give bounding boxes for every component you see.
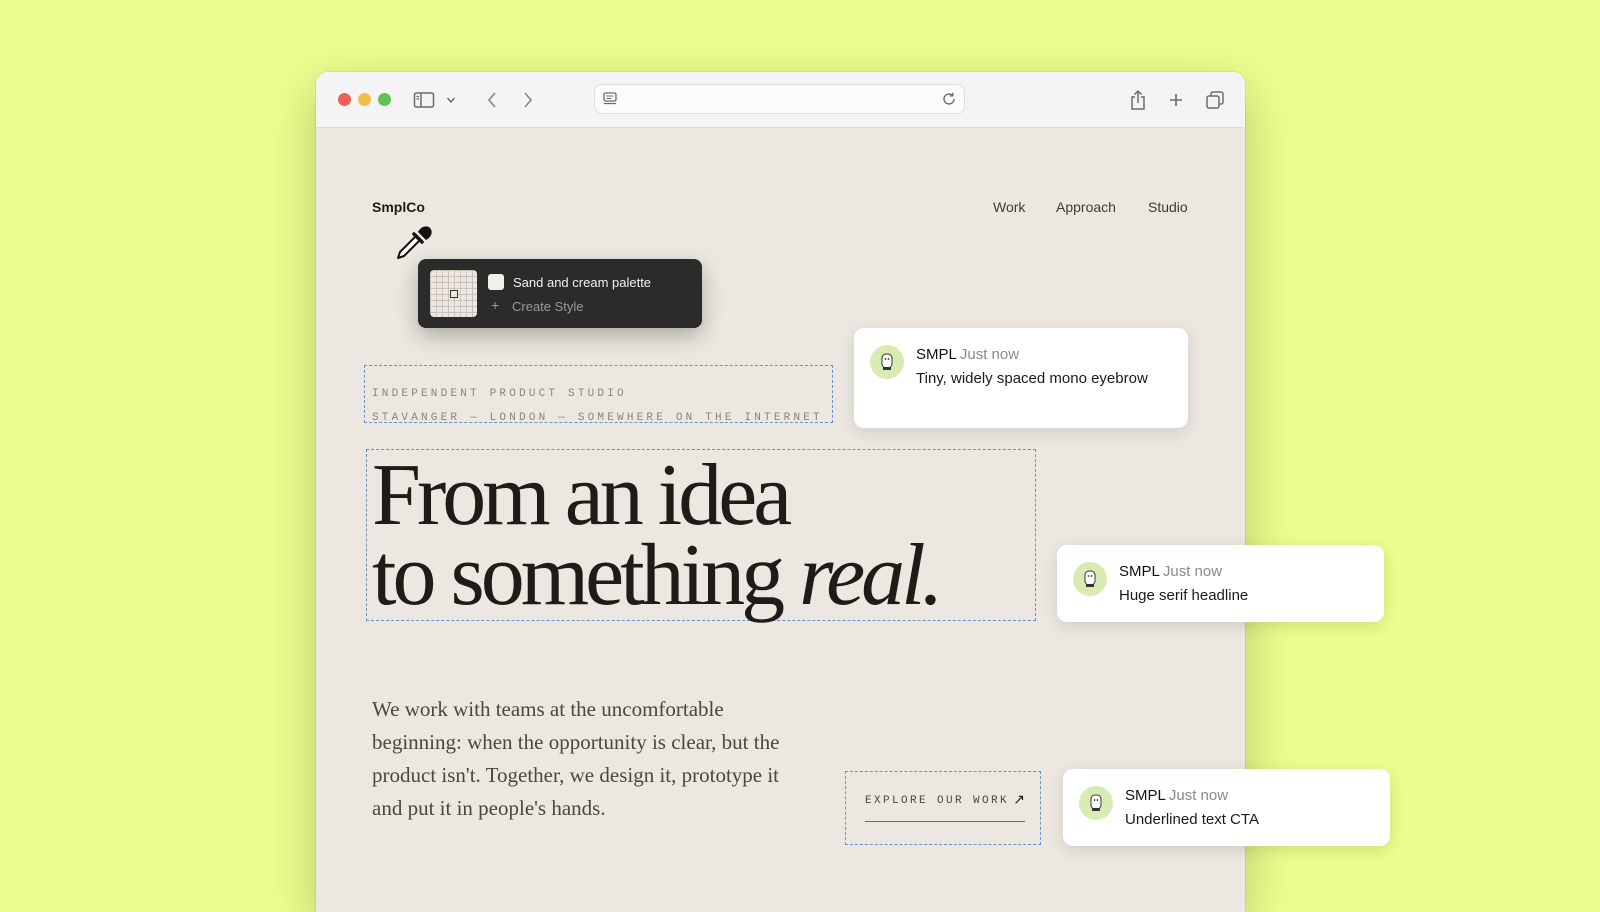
- comment-time: Just now: [959, 346, 1020, 363]
- comment-author: SMPL: [916, 346, 957, 363]
- nav-item-work[interactable]: Work: [993, 199, 1025, 215]
- plus-icon[interactable]: [1164, 88, 1188, 112]
- plus-icon[interactable]: +: [491, 297, 499, 313]
- comment-author: SMPL: [1119, 563, 1160, 580]
- intro-paragraph: We work with teams at the uncomfortable …: [372, 697, 780, 820]
- chevron-down-icon[interactable]: [444, 88, 458, 112]
- comment-text: Huge serif headline: [1119, 587, 1249, 604]
- comment-author: SMPL: [1125, 787, 1166, 804]
- cta-label: EXPLORE OUR WORK: [865, 795, 1010, 807]
- reload-icon[interactable]: [937, 87, 961, 111]
- close-window-button[interactable]: [338, 93, 351, 106]
- eyebrow-line-1: INDEPENDENT PRODUCT STUDIO: [372, 388, 627, 400]
- share-icon[interactable]: [1126, 88, 1150, 112]
- comment-time: Just now: [1168, 787, 1229, 804]
- style-name[interactable]: Sand and cream palette: [513, 275, 651, 290]
- headline-line-2-text: to something: [372, 527, 800, 624]
- arrow-up-right-icon: ↗: [1013, 793, 1025, 809]
- sidebar-icon[interactable]: [412, 88, 436, 112]
- minimize-window-button[interactable]: [358, 93, 371, 106]
- site-logo[interactable]: SmplCo: [372, 199, 425, 215]
- eyedropper-icon: [392, 220, 436, 269]
- comment-card[interactable]: SMPL Just now Huge serif headline: [1057, 545, 1384, 622]
- magnifier-grid-icon: [430, 270, 477, 317]
- comment-card[interactable]: SMPL Just now Tiny, widely spaced mono ey…: [854, 328, 1188, 428]
- headline-line-1: From an idea: [372, 447, 792, 544]
- avatar: [870, 345, 904, 379]
- color-swatch[interactable]: [488, 274, 504, 290]
- create-style-button[interactable]: Create Style: [512, 299, 584, 314]
- hero-headline: From an idea to something real.: [372, 447, 944, 620]
- comment-text: Tiny, widely spaced mono eyebrow: [916, 370, 1148, 387]
- back-icon[interactable]: [480, 88, 504, 112]
- nav-item-approach[interactable]: Approach: [1056, 199, 1116, 215]
- headline-emphasis: real.: [799, 527, 943, 624]
- eyebrow-line-2: STAVANGER — LONDON — SOMEWHERE ON THE IN…: [372, 412, 823, 424]
- reader-icon[interactable]: [598, 87, 622, 111]
- comment-card[interactable]: SMPL Just now Underlined text CTA: [1063, 769, 1390, 846]
- address-bar[interactable]: [594, 84, 965, 114]
- zoom-window-button[interactable]: [378, 93, 391, 106]
- comment-text: Underlined text CTA: [1125, 811, 1259, 828]
- headline-line-2: to something real.: [372, 532, 944, 620]
- avatar: [1073, 562, 1107, 596]
- tabs-icon[interactable]: [1203, 88, 1227, 112]
- style-picker-popover: Sand and cream palette + Create Style: [418, 259, 702, 328]
- forward-icon[interactable]: [516, 88, 540, 112]
- explore-work-link[interactable]: EXPLORE OUR WORK ↗: [865, 793, 1025, 822]
- nav-item-studio[interactable]: Studio: [1148, 199, 1188, 215]
- avatar: [1079, 786, 1113, 820]
- browser-toolbar: [316, 72, 1245, 128]
- comment-time: Just now: [1162, 563, 1223, 580]
